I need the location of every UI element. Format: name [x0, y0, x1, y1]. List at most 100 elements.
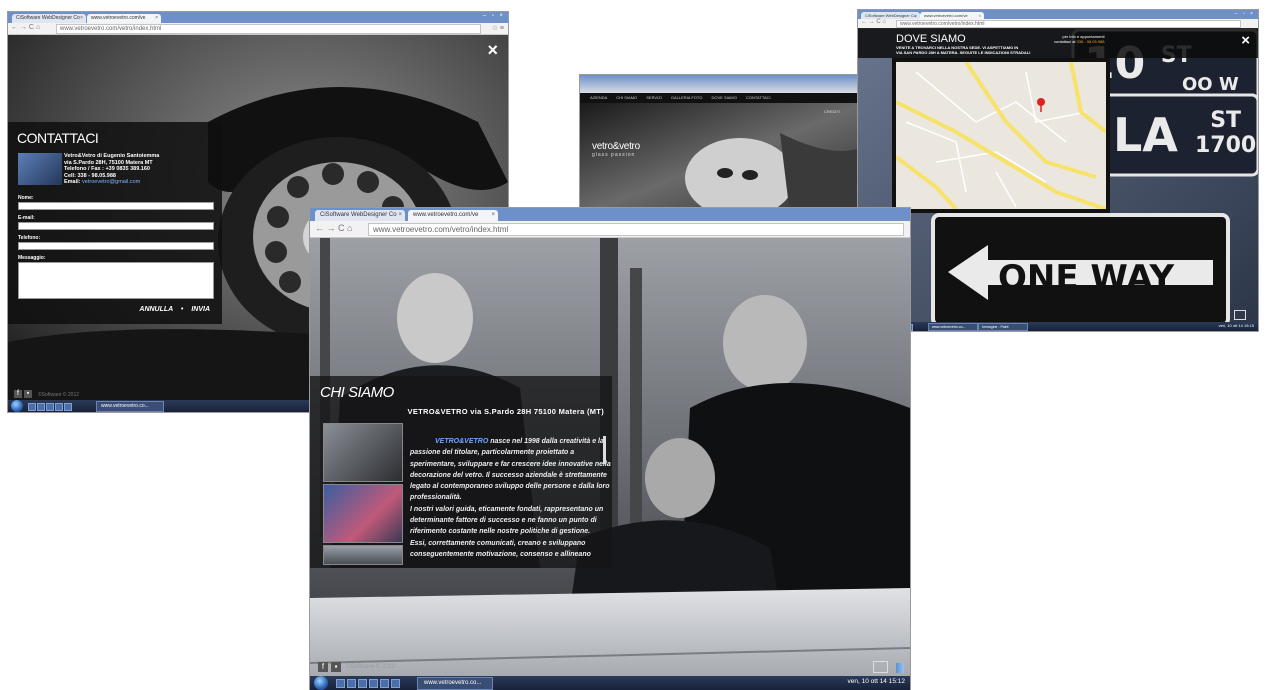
volume-icon[interactable]	[896, 663, 904, 673]
form-actions: ANNULLA • INVIA	[139, 306, 210, 313]
back-forward-reload-icons[interactable]: ← → C ⌂	[861, 19, 886, 25]
taskbar-icon[interactable]	[28, 403, 36, 411]
home-window: AZIENDA CHI SIAMO SERVIZI GALLERIA FOTO …	[580, 75, 870, 215]
google-map[interactable]	[896, 62, 1106, 209]
taskbar: www.vetroevetro.co... Immagine - Paint v…	[858, 322, 1258, 331]
brand-highlight: VETRO&VETRO	[435, 438, 489, 445]
browser-chrome	[580, 75, 870, 93]
phone-label: Telefono:	[18, 235, 41, 241]
address-bar: ← → C ⌂ www.vetroevetro.com/vetro/index.…	[310, 221, 910, 238]
start-button[interactable]	[11, 400, 23, 412]
taskbar-icon[interactable]	[347, 679, 356, 688]
taskbar-icon[interactable]	[37, 403, 45, 411]
flickr-icon[interactable]: ▪	[331, 662, 341, 672]
tab-close-icon[interactable]: ×	[491, 210, 495, 221]
copyright: ©Software © 2012	[38, 392, 80, 398]
phone-field[interactable]	[18, 242, 214, 250]
tab-close-icon[interactable]: ×	[979, 12, 981, 19]
menu-item-dove-siamo[interactable]: DOVE SIAMO	[712, 95, 737, 100]
email-link[interactable]: vetroevetro@gmail.com	[82, 179, 140, 185]
taskbar-task[interactable]: www.vetroevetro.co...	[96, 401, 164, 412]
tab-vetroevetro[interactable]: www.vetroevetro.com/ve ×	[408, 210, 498, 221]
menu-item-galleria[interactable]: GALLERIA FOTO	[671, 95, 703, 100]
name-field[interactable]	[18, 202, 214, 210]
panel-subtitle: VETRO&VETRO via S.Pardo 28H 75100 Matera…	[407, 407, 604, 416]
url-input[interactable]: www.vetroevetro.com/vetro/index.html	[368, 223, 904, 236]
sign-text-2: LA	[1113, 108, 1178, 162]
taskbar-icon[interactable]	[64, 403, 72, 411]
map-description: VENITE A TROVARCI NELLA NOSTRA SEDE. VI …	[896, 45, 1031, 55]
gallery-thumb-2[interactable]	[323, 484, 403, 543]
tab-bar: CiSoftware WebDesigner Co × www.vetroevet…	[858, 10, 1258, 19]
tab-cisoftware[interactable]: CiSoftware WebDesigner Co ×	[861, 12, 920, 19]
taskbar-icon[interactable]	[336, 679, 345, 688]
gallery-thumb-3[interactable]	[323, 545, 403, 565]
map-frame	[892, 58, 1110, 213]
copyright: ©Software © 2012	[346, 664, 396, 670]
star-menu-icons[interactable]: ☆ ≡	[492, 24, 504, 32]
taskbar-icon[interactable]	[46, 403, 54, 411]
panel-title: CONTATTACI	[17, 130, 99, 146]
tab-close-icon[interactable]: ×	[80, 14, 83, 23]
cancel-button[interactable]: ANNULLA	[139, 306, 173, 313]
about-window: CiSoftware WebDesigner Co × www.vetroevet…	[310, 208, 910, 690]
name-label: Nome:	[18, 195, 34, 201]
menu-item-chi-siamo[interactable]: CHI SIAMO	[616, 95, 637, 100]
tab-cisoftware[interactable]: CiSoftware WebDesigner Co ×	[12, 14, 86, 23]
message-field[interactable]	[18, 262, 214, 299]
send-button[interactable]: INVIA	[191, 306, 210, 313]
about-text: VETRO&VETRO nasce nel 1998 dalla creativ…	[410, 438, 611, 558]
tab-bar: CiSoftware WebDesigner Co × www.vetroevet…	[8, 12, 508, 23]
taskbar-task[interactable]: Immagine - Paint	[978, 323, 1028, 331]
hero-photo	[580, 103, 870, 215]
back-forward-reload-icons[interactable]: ← → C ⌂	[315, 223, 352, 233]
taskbar-task[interactable]: www.vetroevetro.co...	[928, 323, 978, 331]
taskbar-clock[interactable]: ven, 10 ott 14 15:15	[1219, 323, 1254, 328]
tab-close-icon[interactable]: ×	[155, 14, 158, 23]
company-info: Vetro&Vetro di Eugenio Santoiemma via S.…	[64, 153, 160, 186]
map-window: 10 ST OO W LA ST 1700 ONE WAY CiSoftware…	[858, 10, 1258, 331]
close-icon[interactable]: ×	[1241, 32, 1250, 49]
sign-text-3: ST 1700	[1195, 108, 1257, 158]
taskbar-icon[interactable]	[369, 679, 378, 688]
address-bar: ← → C ⌂ www.vetroevetro.com/vetro/index.…	[8, 23, 508, 35]
close-icon[interactable]: ×	[487, 40, 498, 61]
menu-item-servizi[interactable]: SERVIZI	[646, 95, 662, 100]
taskbar-icon[interactable]	[380, 679, 389, 688]
text-scrollbar[interactable]	[603, 436, 606, 464]
flickr-icon[interactable]: ▪	[24, 390, 32, 398]
fullscreen-icon[interactable]	[873, 661, 888, 673]
window-controls[interactable]: ‒ ▫ ×	[1235, 11, 1255, 17]
gallery-thumb-1[interactable]	[323, 423, 403, 482]
url-input[interactable]: www.vetroevetro.com/vetro/index.html	[896, 20, 1241, 28]
oneway-text: ONE WAY	[998, 258, 1175, 298]
map-info: per info e appuntamenti contattaci al 33…	[1054, 34, 1105, 44]
start-button[interactable]	[314, 676, 328, 690]
menu-item-contattaci[interactable]: CONTATTACI	[746, 95, 771, 100]
tab-cisoftware[interactable]: CiSoftware WebDesigner Co ×	[315, 210, 405, 221]
url-input[interactable]: www.vetroevetro.com/vetro/index.html	[56, 24, 481, 34]
menu-item-azienda[interactable]: AZIENDA	[590, 95, 607, 100]
taskbar-icon[interactable]	[358, 679, 367, 688]
back-forward-reload-icons[interactable]: ← → C ⌂	[11, 24, 40, 31]
credits-link[interactable]: CREDITI	[824, 109, 840, 114]
tab-vetroevetro[interactable]: www.vetroevetro.com/ve ×	[920, 12, 984, 19]
about-panel: CHI SIAMO VETRO&VETRO via S.Pardo 28H 75…	[310, 376, 612, 568]
taskbar-icon[interactable]	[55, 403, 63, 411]
contact-panel: CONTATTACI Vetro&Vetro di Eugenio Santoi…	[8, 122, 222, 324]
taskbar-icon[interactable]	[391, 679, 400, 688]
facebook-icon[interactable]: f	[318, 662, 328, 672]
email-field[interactable]	[18, 222, 214, 230]
tab-vetroevetro[interactable]: www.vetroevetro.com/ve ×	[87, 14, 161, 23]
taskbar: www.vetroevetro.co... ven, 10 ott 14 15:…	[310, 676, 910, 690]
tab-close-icon[interactable]: ×	[398, 210, 402, 221]
facebook-icon[interactable]: f	[14, 390, 22, 398]
contact-thumbnail	[18, 153, 62, 185]
taskbar-task[interactable]: www.vetroevetro.co...	[417, 677, 493, 690]
taskbar-clock[interactable]: ven, 10 ott 14 15:12	[848, 678, 905, 685]
fullscreen-icon[interactable]	[1234, 310, 1246, 320]
window-controls[interactable]: ‒ ▫ ×	[483, 13, 505, 19]
email-label: E-mail:	[18, 215, 35, 221]
tab-close-icon[interactable]: ×	[915, 12, 917, 19]
map-title: DOVE SIAMO	[896, 33, 966, 45]
